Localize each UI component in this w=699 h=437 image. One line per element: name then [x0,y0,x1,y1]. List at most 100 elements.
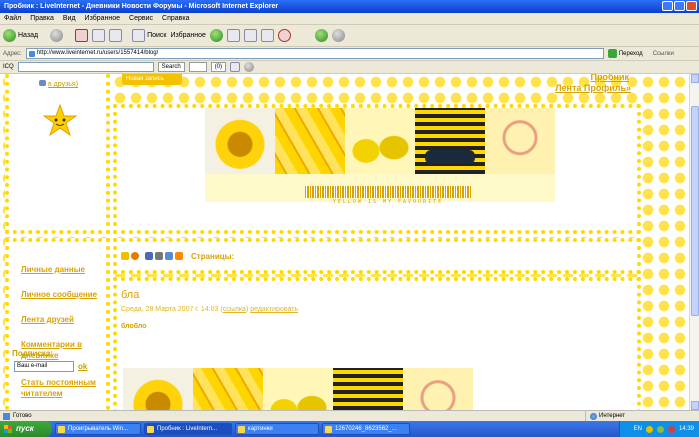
stop-icon[interactable] [75,29,89,42]
icq-pencil-icon[interactable] [244,62,255,72]
globe-icon [590,413,597,420]
start-button[interactable]: пуск [0,421,52,437]
search-button[interactable]: Поиск [132,29,166,42]
post-title[interactable]: бла [121,289,139,301]
mail-icon[interactable] [226,29,240,42]
refresh-icon[interactable] [92,29,106,42]
doc-icon[interactable] [145,252,153,260]
icq-search-input[interactable] [17,62,154,72]
address-bar: Адрес: http://www.liveinternet.ru/users/… [0,47,699,61]
subscribe-ok-button[interactable]: ok [78,362,87,371]
add-friends-link[interactable]: в друзья) [39,80,78,88]
links-button[interactable]: Ссылки [653,51,674,57]
icq-dropdown[interactable] [188,62,207,72]
smile-icon[interactable] [131,252,139,260]
clock: 14:39 [678,426,694,432]
search-icon [132,29,146,42]
maximize-button[interactable] [674,1,685,11]
go-label: Переход [618,50,643,57]
close-button[interactable] [686,1,697,11]
vertical-scrollbar[interactable] [689,74,699,410]
post-body: блобло [121,323,147,330]
feed-icon[interactable] [175,252,183,260]
favorites-button[interactable]: ★ Избранное [46,32,206,68]
scroll-thumb[interactable] [691,106,699,316]
icq-counter[interactable]: (0) [210,62,227,72]
post-socks-photo [333,368,403,410]
tray-icon-2[interactable] [656,425,664,433]
window-titlebar: Пробник : LiveInternet - Дневники Новост… [0,0,699,13]
barcode-graphic [305,186,471,198]
history-icon[interactable] [209,29,223,42]
rss-icon[interactable] [121,252,129,260]
task-media-player[interactable]: Проигрыватель Win... [55,423,141,435]
edit-icon[interactable] [260,29,274,42]
nav-become-reader[interactable]: Стать постоянным читателем [21,377,109,399]
menu-file[interactable]: Файл [4,15,21,22]
tray-icon-3[interactable] [667,425,675,433]
post-pears-photo [263,368,333,410]
profile-sidebar: в друзья) [5,74,110,234]
task-image-file[interactable]: 12670246_8623562_... [322,423,410,435]
minimize-button[interactable] [662,1,673,11]
banner-caption: YELLOW IS MY FAVOURITE [332,199,444,205]
go-arrow-icon [607,49,617,58]
tray-icon-1[interactable] [645,425,653,433]
page-viewport[interactable]: в друзья) Новая запись Пробник Лента Про… [0,74,689,410]
back-button[interactable]: Назад [3,29,38,42]
post-link[interactable]: ссылка [223,306,246,313]
menu-tools[interactable]: Сервис [129,15,153,22]
icq-label[interactable]: ICQ [3,64,14,70]
menu-edit[interactable]: Правка [30,15,54,22]
header-banner: YELLOW IS MY FAVOURITE [113,104,641,234]
back-label: Назад [18,32,39,39]
pages-bar: Страницы: [113,238,641,274]
add-friends-label: в друзья) [48,81,79,88]
status-text: Готово [13,413,32,419]
task-ie-window[interactable]: Пробник : LiveIntern... [144,423,232,435]
menu-view[interactable]: Вид [63,15,76,22]
pages-label: Страницы: [191,252,235,261]
sidebar-nav: Личные данные Личное сообщение Лента дру… [5,238,110,410]
favorites-label: Избранное [170,32,206,39]
window-controls [662,1,697,11]
nav-friends-feed[interactable]: Лента друзей [21,314,109,325]
search-label: Поиск [147,32,167,39]
nav-personal-data[interactable]: Личные данные [21,264,109,275]
window-title: Пробник : LiveInternet - Дневники Новост… [4,3,279,10]
people-icon[interactable] [331,29,345,42]
subscribe-label: Подписка: [12,349,53,358]
nav-private-message[interactable]: Личное сообщение [21,289,109,300]
profile-link[interactable]: Пробник [591,74,630,82]
icq-toolbar: ICQ Search (0) [0,61,699,74]
scroll-up-arrow[interactable] [691,74,699,83]
home-icon[interactable] [109,29,123,42]
bananas-photo [275,108,345,174]
print-page-icon[interactable] [155,252,163,260]
task-pictures-folder[interactable]: картинки [235,423,319,435]
go-button[interactable]: Переход [607,49,643,58]
forward-arrow-icon[interactable] [50,29,64,42]
feed-profile-link[interactable]: Лента Профиль» [555,83,631,93]
post-edit-link[interactable]: редактировать [250,306,298,313]
striped-socks-photo [415,108,485,174]
new-post-button[interactable]: Новая запись [122,74,182,85]
post-date: Среда, 28 Марта 2007 г. 14:03 [121,306,219,313]
icq-search-label: Search [161,64,181,70]
save-icon[interactable] [165,252,173,260]
page-icons [121,252,183,260]
subscribe-email-input[interactable]: Ваш e-mail [14,361,74,372]
menu-help[interactable]: Справка [162,15,189,22]
icq-flower-icon[interactable] [314,29,328,42]
address-input[interactable]: http://www.liveinternet.ru/users/1557414… [25,48,604,59]
menu-favorites[interactable]: Избранное [85,15,120,22]
print-icon[interactable] [243,29,257,42]
icq-search-button[interactable]: Search [157,62,185,72]
scroll-down-arrow[interactable] [691,401,699,410]
browser-toolbar: Назад Поиск ★ Избранное [0,25,699,68]
messenger-icon[interactable] [277,29,291,42]
back-arrow-icon [3,29,16,42]
language-indicator[interactable]: EN [634,426,642,432]
pears-photo [345,108,415,174]
icq-user-icon[interactable] [230,62,241,72]
